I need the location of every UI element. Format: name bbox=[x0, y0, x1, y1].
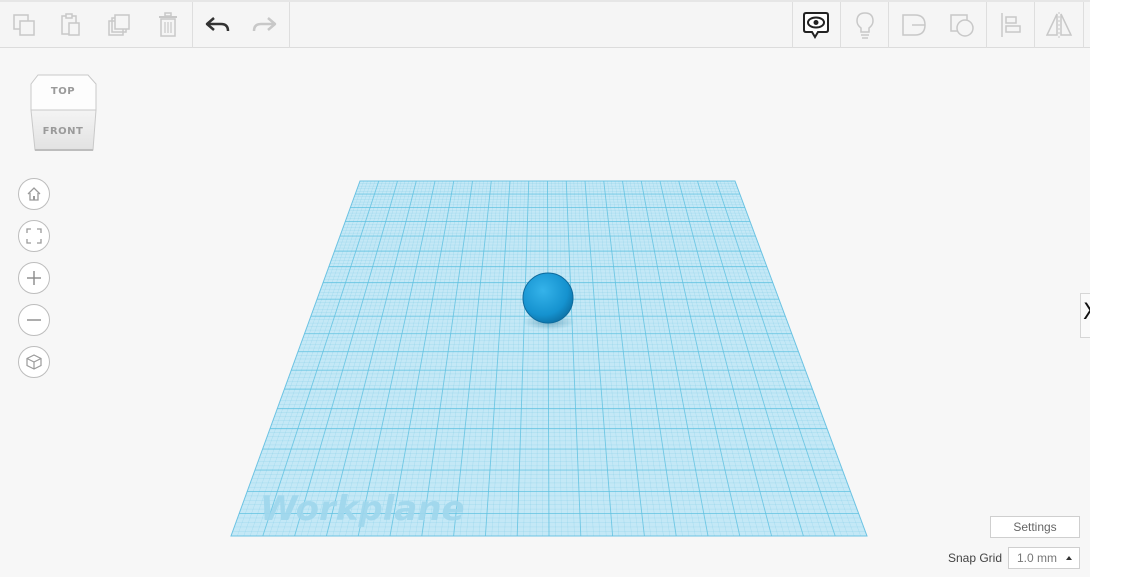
toolbar-divider bbox=[840, 2, 841, 48]
view-cube-front-label[interactable]: FRONT bbox=[30, 126, 96, 137]
right-panel-toggle[interactable]: X bbox=[1080, 293, 1090, 338]
perspective-icon bbox=[26, 354, 42, 370]
home-view-icon bbox=[27, 187, 41, 201]
perspective-button[interactable] bbox=[18, 346, 50, 378]
delete-icon bbox=[159, 12, 177, 37]
undo-icon bbox=[205, 17, 230, 32]
toolbar-divider bbox=[1083, 2, 1084, 48]
group-icon bbox=[902, 14, 926, 36]
ungroup-icon bbox=[950, 14, 974, 37]
panel-toggle-glyph: X bbox=[1083, 302, 1090, 324]
zoom-in-button[interactable] bbox=[18, 262, 50, 294]
toolbar-divider bbox=[792, 2, 793, 48]
toolbar-divider bbox=[289, 2, 290, 48]
sphere-shape[interactable] bbox=[522, 272, 574, 324]
toolbar-divider bbox=[986, 2, 987, 48]
notes-lightbulb-icon bbox=[856, 12, 874, 39]
fit-view-button[interactable] bbox=[18, 220, 50, 252]
group-button[interactable] bbox=[892, 2, 936, 48]
settings-button[interactable]: Settings bbox=[990, 516, 1080, 538]
caret-up-icon bbox=[1066, 556, 1072, 560]
duplicate-button[interactable] bbox=[97, 2, 141, 48]
undo-button[interactable] bbox=[196, 2, 240, 48]
notes-button[interactable] bbox=[843, 2, 887, 48]
snap-grid-value: 1.0 mm bbox=[1017, 551, 1058, 565]
workplane-label: Workplane bbox=[260, 489, 465, 529]
mirror-icon bbox=[1045, 12, 1073, 38]
delete-button[interactable] bbox=[146, 2, 190, 48]
toolbar-divider bbox=[192, 2, 193, 48]
toolbar-divider bbox=[1034, 2, 1035, 48]
paste-button[interactable] bbox=[48, 2, 92, 48]
copy-button[interactable] bbox=[2, 2, 46, 48]
redo-icon bbox=[252, 17, 277, 32]
duplicate-icon bbox=[108, 14, 130, 36]
redo-button[interactable] bbox=[242, 2, 286, 48]
zoom-out-button[interactable] bbox=[18, 304, 50, 336]
ungroup-button[interactable] bbox=[940, 2, 984, 48]
copy-icon bbox=[13, 14, 35, 36]
paste-icon bbox=[61, 13, 80, 36]
fit-view-icon bbox=[26, 228, 42, 244]
zoom-in-icon bbox=[27, 271, 41, 285]
home-view-button[interactable] bbox=[18, 178, 50, 210]
toolbar-divider bbox=[888, 2, 889, 48]
snap-grid-select[interactable]: 1.0 mm bbox=[1008, 547, 1080, 569]
show-all-icon bbox=[803, 12, 829, 39]
view-cube[interactable]: TOP FRONT bbox=[30, 74, 98, 154]
zoom-out-icon bbox=[27, 319, 41, 321]
show-all-button[interactable] bbox=[794, 2, 838, 48]
mirror-button[interactable] bbox=[1037, 2, 1081, 48]
align-icon bbox=[1001, 13, 1021, 37]
editor-app: Workplane TOP FRONT Settings Snap Grid 1… bbox=[0, 0, 1090, 577]
snap-grid-label: Snap Grid bbox=[947, 551, 1002, 565]
view-cube-top-label[interactable]: TOP bbox=[30, 86, 96, 97]
workplane-canvas[interactable]: Workplane bbox=[0, 0, 1090, 577]
align-button[interactable] bbox=[989, 2, 1033, 48]
top-toolbar bbox=[0, 0, 1090, 48]
